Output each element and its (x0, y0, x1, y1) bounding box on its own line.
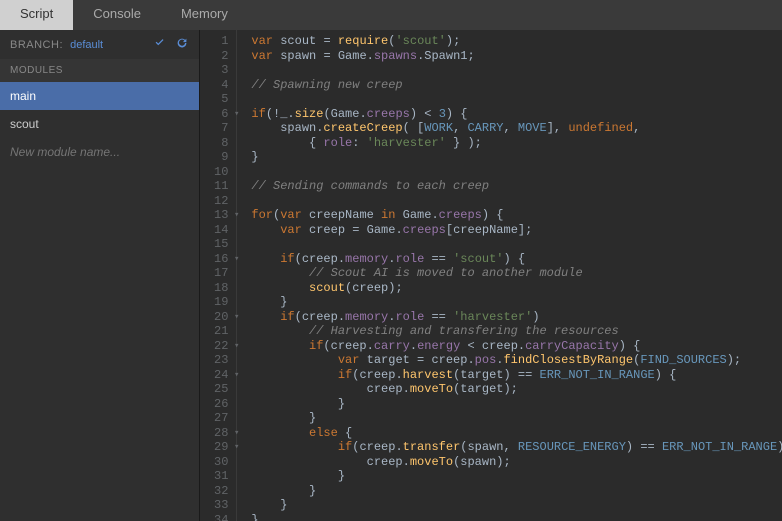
code-line[interactable] (251, 165, 782, 180)
line-number[interactable]: 12 (214, 194, 228, 209)
code-line[interactable]: scout(creep); (251, 281, 782, 296)
reload-icon[interactable] (175, 36, 189, 53)
code-line[interactable]: if(creep.harvest(target) == ERR_NOT_IN_R… (251, 368, 782, 383)
tab-script[interactable]: Script (0, 0, 73, 30)
line-number[interactable]: 16 (214, 252, 228, 267)
line-number[interactable]: 7 (214, 121, 228, 136)
code-line[interactable] (251, 63, 782, 78)
code-line[interactable]: // Scout AI is moved to another module (251, 266, 782, 281)
line-number[interactable]: 9 (214, 150, 228, 165)
line-number[interactable]: 34 (214, 513, 228, 521)
code-line[interactable]: } (251, 469, 782, 484)
line-number[interactable]: 15 (214, 237, 228, 252)
code-line[interactable]: { role: 'harvester' } ); (251, 136, 782, 151)
code-line[interactable]: if(creep.memory.role == 'scout') { (251, 252, 782, 267)
module-item-main[interactable]: main (0, 82, 199, 110)
code-line[interactable]: var target = creep.pos.findClosestByRang… (251, 353, 782, 368)
code-line[interactable]: } (251, 150, 782, 165)
code-line[interactable]: } (251, 411, 782, 426)
code-line[interactable]: } (251, 498, 782, 513)
line-number[interactable]: 11 (214, 179, 228, 194)
line-number[interactable]: 18 (214, 281, 228, 296)
line-number[interactable]: 23 (214, 353, 228, 368)
code-line[interactable]: var spawn = Game.spawns.Spawn1; (251, 49, 782, 64)
code-line[interactable] (251, 92, 782, 107)
line-number[interactable]: 25 (214, 382, 228, 397)
line-number[interactable]: 19 (214, 295, 228, 310)
line-number[interactable]: 33 (214, 498, 228, 513)
line-number[interactable]: 17 (214, 266, 228, 281)
code-line[interactable]: spawn.createCreep( [WORK, CARRY, MOVE], … (251, 121, 782, 136)
tab-console[interactable]: Console (73, 0, 161, 30)
commit-icon[interactable] (153, 36, 167, 53)
tab-bar: ScriptConsoleMemory (0, 0, 782, 30)
sidebar: BRANCH: default MODULES mainscout (0, 30, 200, 521)
new-module-input[interactable] (0, 138, 199, 166)
code-line[interactable]: creep.moveTo(target); (251, 382, 782, 397)
main-area: BRANCH: default MODULES mainscout 123456… (0, 30, 782, 521)
code-line[interactable]: if(creep.carry.energy < creep.carryCapac… (251, 339, 782, 354)
code-line[interactable] (251, 194, 782, 209)
code-line[interactable]: } (251, 295, 782, 310)
code-line[interactable]: if(creep.transfer(spawn, RESOURCE_ENERGY… (251, 440, 782, 455)
line-number[interactable]: 5 (214, 92, 228, 107)
code-line[interactable]: var scout = require('scout'); (251, 34, 782, 49)
code-line[interactable]: var creep = Game.creeps[creepName]; (251, 223, 782, 238)
code-line[interactable]: } (251, 484, 782, 499)
code-line[interactable]: // Harvesting and transfering the resour… (251, 324, 782, 339)
gutter: 1234567891011121314151617181920212223242… (200, 30, 237, 521)
line-number[interactable]: 1 (214, 34, 228, 49)
line-number[interactable]: 10 (214, 165, 228, 180)
line-number[interactable]: 2 (214, 49, 228, 64)
line-number[interactable]: 31 (214, 469, 228, 484)
line-number[interactable]: 21 (214, 324, 228, 339)
line-number[interactable]: 30 (214, 455, 228, 470)
line-number[interactable]: 3 (214, 63, 228, 78)
line-number[interactable]: 28 (214, 426, 228, 441)
line-number[interactable]: 13 (214, 208, 228, 223)
line-number[interactable]: 20 (214, 310, 228, 325)
line-number[interactable]: 22 (214, 339, 228, 354)
module-list: mainscout (0, 82, 199, 138)
line-number[interactable]: 14 (214, 223, 228, 238)
tab-memory[interactable]: Memory (161, 0, 248, 30)
code-line[interactable]: else { (251, 426, 782, 441)
code-line[interactable]: if(creep.memory.role == 'harvester') (251, 310, 782, 325)
code-line[interactable]: for(var creepName in Game.creeps) { (251, 208, 782, 223)
line-number[interactable]: 24 (214, 368, 228, 383)
line-number[interactable]: 29 (214, 440, 228, 455)
code-line[interactable]: // Sending commands to each creep (251, 179, 782, 194)
code-line[interactable]: creep.moveTo(spawn); (251, 455, 782, 470)
code-line[interactable]: // Spawning new creep (251, 78, 782, 93)
modules-header: MODULES (0, 59, 199, 82)
code-area[interactable]: var scout = require('scout');var spawn =… (237, 30, 782, 521)
code-line[interactable]: } (251, 513, 782, 521)
module-item-scout[interactable]: scout (0, 110, 199, 138)
line-number[interactable]: 32 (214, 484, 228, 499)
code-line[interactable] (251, 237, 782, 252)
line-number[interactable]: 4 (214, 78, 228, 93)
code-editor[interactable]: 1234567891011121314151617181920212223242… (200, 30, 782, 521)
line-number[interactable]: 27 (214, 411, 228, 426)
line-number[interactable]: 6 (214, 107, 228, 122)
branch-label: BRANCH: (10, 39, 63, 51)
line-number[interactable]: 8 (214, 136, 228, 151)
line-number[interactable]: 26 (214, 397, 228, 412)
code-line[interactable]: } (251, 397, 782, 412)
branch-name[interactable]: default (70, 39, 103, 51)
branch-row: BRANCH: default (0, 30, 199, 59)
code-line[interactable]: if(!_.size(Game.creeps) < 3) { (251, 107, 782, 122)
